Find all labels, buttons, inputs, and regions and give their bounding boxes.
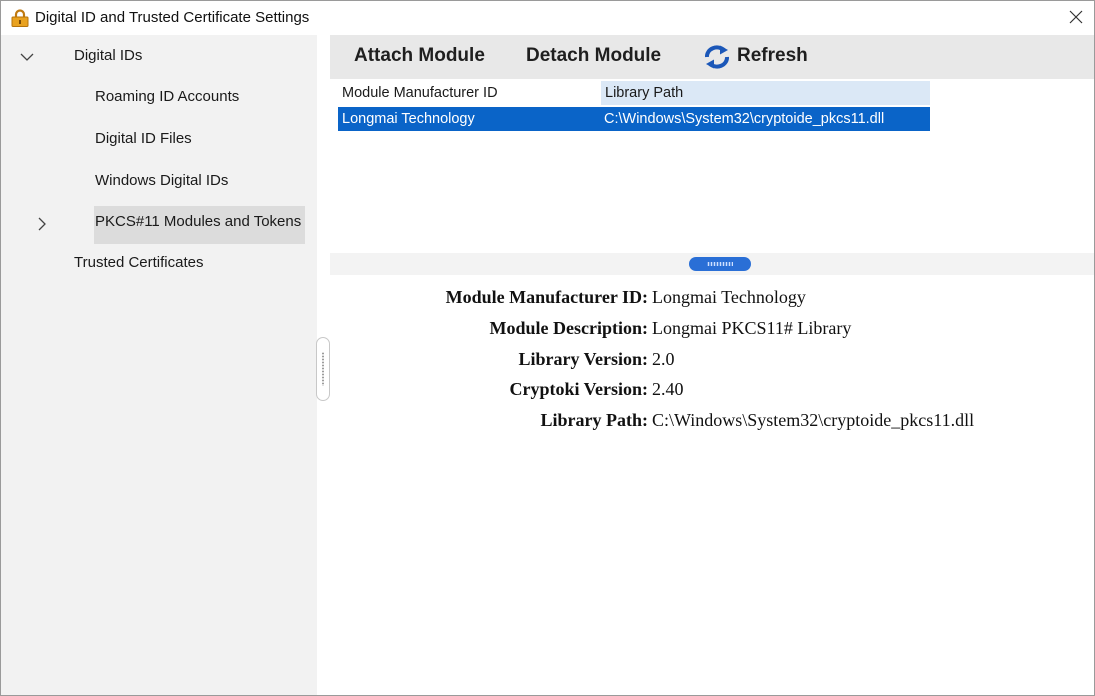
table-row[interactable]: Longmai Technology C:\Windows\System32\c…: [338, 107, 930, 131]
column-header-manufacturer[interactable]: Module Manufacturer ID: [338, 81, 600, 105]
sidebar-item-pkcs11-modules[interactable]: PKCS#11 Modules and Tokens: [95, 213, 301, 230]
detail-row-library-path: Library Path: C:\Windows\System32\crypto…: [330, 410, 1094, 440]
grip-icon: [321, 352, 325, 386]
pane-splitter: [330, 253, 1094, 275]
detail-value: 2.0: [652, 349, 675, 369]
pane-splitter-handle[interactable]: [689, 257, 751, 271]
sidebar-item-roaming-id-accounts[interactable]: Roaming ID Accounts: [95, 88, 239, 105]
detail-value: C:\Windows\System32\cryptoide_pkcs11.dll: [652, 410, 975, 430]
grip-icon: [707, 262, 733, 266]
main-panel: Attach Module Detach Module Refresh Modu…: [330, 35, 1094, 695]
attach-module-button[interactable]: Attach Module: [354, 45, 485, 67]
title-bar: Digital ID and Trusted Certificate Setti…: [1, 1, 1094, 35]
close-button[interactable]: [1062, 4, 1090, 30]
column-header-library-path[interactable]: Library Path: [600, 81, 930, 105]
detail-value: Longmai Technology: [652, 287, 806, 307]
settings-window: Digital ID and Trusted Certificate Setti…: [0, 0, 1095, 696]
detail-label: Module Manufacturer ID:: [445, 287, 648, 307]
detail-label: Module Description:: [489, 318, 648, 338]
close-icon: [1069, 10, 1083, 24]
chevron-right-icon[interactable]: [34, 216, 50, 232]
lock-icon: [10, 9, 30, 27]
refresh-icon[interactable]: [703, 44, 731, 70]
chevron-down-icon[interactable]: [19, 49, 35, 65]
sidebar-item-trusted-certificates[interactable]: Trusted Certificates: [74, 254, 204, 271]
detail-label: Library Path:: [540, 410, 649, 430]
detail-row-library-version: Library Version: 2.0: [330, 349, 1094, 379]
sidebar-splitter-handle[interactable]: [316, 337, 330, 401]
window-title: Digital ID and Trusted Certificate Setti…: [35, 9, 310, 26]
sidebar-item-windows-digital-ids[interactable]: Windows Digital IDs: [95, 172, 228, 189]
detail-value: 2.40: [652, 379, 684, 399]
detail-label: Library Version:: [518, 349, 648, 369]
sidebar-item-digital-ids[interactable]: Digital IDs: [74, 47, 142, 64]
table-cell-manufacturer: Longmai Technology: [342, 111, 475, 127]
toolbar: Attach Module Detach Module Refresh: [330, 35, 1094, 79]
detach-module-button[interactable]: Detach Module: [526, 45, 661, 67]
table-cell-library-path: C:\Windows\System32\cryptoide_pkcs11.dll: [604, 111, 885, 127]
detail-value: Longmai PKCS11# Library: [652, 318, 852, 338]
sidebar-item-digital-id-files[interactable]: Digital ID Files: [95, 130, 192, 147]
detail-row-manufacturer: Module Manufacturer ID: Longmai Technolo…: [330, 287, 1094, 317]
detail-row-description: Module Description: Longmai PKCS11# Libr…: [330, 318, 1094, 348]
detail-label: Cryptoki Version:: [509, 379, 648, 399]
refresh-button[interactable]: Refresh: [737, 45, 808, 67]
detail-row-cryptoki-version: Cryptoki Version: 2.40: [330, 379, 1094, 409]
sidebar: Digital IDs Roaming ID Accounts Digital …: [1, 35, 317, 695]
